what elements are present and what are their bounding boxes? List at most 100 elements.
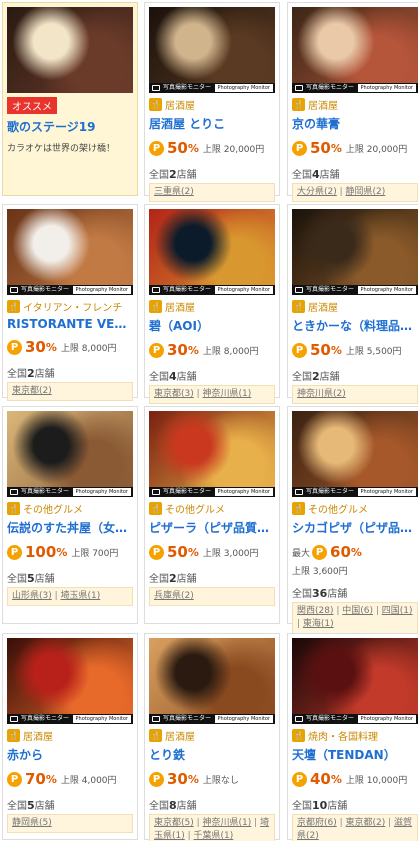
area-link[interactable]: 京都府(6) [297,818,337,828]
point-icon: P [149,544,164,560]
restaurant-title[interactable]: とり鉄 [149,746,275,763]
restaurant-photo[interactable]: 写真撮影モニター Photography Monitor [292,411,418,497]
photo-monitor-label: 写真撮影モニター [21,286,70,293]
category-row: 🍴 居酒屋 [292,97,418,112]
restaurant-card[interactable]: 写真撮影モニター Photography Monitor 🍴 居酒屋 居酒屋 とりこ P 5… [144,2,280,202]
store-count-suffix: 店舗 [176,170,197,181]
store-count-prefix: 全国 [292,801,312,812]
restaurant-photo[interactable]: 写真撮影モニター Photography Monitor [149,411,275,497]
area-link[interactable]: 大分県(2) [297,187,337,197]
restaurant-title[interactable]: 天壇（TENDAN） [292,746,418,763]
area-link[interactable]: 東京都(3) [154,389,194,399]
category-label: 居酒屋 [308,302,338,314]
restaurant-title[interactable]: 伝説のすた丼屋（女性専… [7,519,133,536]
area-link[interactable]: 関西(28) [297,606,333,616]
area-link[interactable]: 中国(6) [342,606,373,616]
area-link[interactable]: 東京都(5) [154,818,194,828]
reward-percent-unit: % [350,545,362,559]
store-count-suffix: 店舗 [34,574,55,585]
photo-monitor-label: 写真撮影モニター [163,286,212,293]
reward-percent-unit: % [330,772,342,786]
photo-monitor-bar: 写真撮影モニター Photography Monitor [7,714,133,724]
area-link[interactable]: 山形県(3) [12,591,52,601]
photo-monitor-badge: Photography Monitor [357,488,416,496]
restaurant-photo[interactable]: 写真撮影モニター Photography Monitor [149,7,275,93]
restaurant-title[interactable]: ピザーラ（ピザ品質調査… [149,519,275,536]
category-row: 🍴 居酒屋 [149,97,275,112]
camera-icon [295,85,303,91]
restaurant-photo[interactable]: 写真撮影モニター Photography Monitor [292,7,418,93]
photo-monitor-badge: Photography Monitor [214,488,273,496]
reward-percent: 100 [25,543,57,561]
reward-percent-unit: % [56,545,68,559]
area-list: 神奈川県(2) [292,385,418,404]
restaurant-card[interactable]: 写真撮影モニター Photography Monitor 🍴 居酒屋ときかーな（料理品… [287,204,418,404]
restaurant-title[interactable]: 碧（AOI） [149,317,275,334]
restaurant-card[interactable]: 写真撮影モニター Photography Monitor 🍴 居酒屋 碧（AOI） P 30… [144,204,280,404]
restaurant-title[interactable]: ときかーな（料理品質調… [292,317,418,334]
restaurant-photo[interactable]: 写真撮影モニター Photography Monitor [149,209,275,295]
restaurant-title[interactable]: 居酒屋 とりこ [149,115,275,132]
category-label: 居酒屋 [308,100,338,112]
point-icon: P [312,544,328,560]
area-link[interactable]: 静岡県(5) [12,818,52,828]
restaurant-photo[interactable]: 写真撮影モニター Photography Monitor [292,638,418,724]
area-list: 京都府(6) | 東京都(2) | 滋賀県(2) [292,814,418,841]
category-row: 🍴 居酒屋 [7,728,133,743]
restaurant-card[interactable]: 写真撮影モニター Photography Monitor 🍴 居酒屋 京の華膏 P 50% 上… [287,2,418,202]
reward-cap: 上限なし [202,775,239,786]
store-count: 全国4店舗 [292,166,418,181]
restaurant-title[interactable]: 京の華膏 [292,115,418,132]
restaurant-title[interactable]: 赤から [7,746,133,763]
restaurant-card[interactable]: 写真撮影モニター Photography Monitor 🍴 焼肉・各国料理 天壇（TE… [287,633,418,841]
area-link[interactable]: 三重県(2) [154,187,194,197]
category-icon: 🍴 [292,299,305,313]
area-link[interactable]: 神奈川県(2) [297,389,346,399]
restaurant-title[interactable]: 歌のステージ19 [7,118,133,135]
area-link[interactable]: 静岡県(2) [346,187,386,197]
area-link[interactable]: 兵庫県(2) [154,591,194,601]
area-list: 山形県(3) | 埼玉県(1) [7,587,133,606]
restaurant-photo[interactable]: 写真撮影モニター Photography Monitor [292,209,418,295]
restaurant-photo[interactable]: 写真撮影モニター Photography Monitor [149,638,275,724]
restaurant-title[interactable]: RISTORANTE VENI… [7,317,133,331]
restaurant-photo[interactable] [7,7,133,93]
category-icon: 🍴 [149,728,162,742]
area-link[interactable]: 四国(1) [382,606,413,616]
area-list: 大分県(2) | 静岡県(2) [292,183,418,202]
restaurant-card[interactable]: 写真撮影モニター Photography Monitor 🍴 居酒屋 とり鉄 P 30% 上限… [144,633,280,841]
point-icon: P [149,342,164,358]
restaurant-card[interactable]: 写真撮影モニター Photography Monitor 🍴 その他グルメ ピザーラ（ピ… [144,406,280,624]
store-count: 全国8店舗 [149,797,275,812]
camera-icon [10,716,18,722]
restaurant-photo[interactable]: 写真撮影モニター Photography Monitor [7,411,133,497]
reward-percent: 40 [310,770,331,788]
restaurant-card[interactable]: オススメ 歌のステージ19 カラオケは世界の架け橋！ [2,2,138,196]
area-link[interactable]: 埼玉県(1) [61,591,101,601]
area-link[interactable]: 東海(1) [303,619,334,629]
area-link[interactable]: 神奈川県(1) [203,389,252,399]
restaurant-title[interactable]: シカゴピザ（ピザ品質調… [292,519,418,536]
photo-monitor-bar: 写真撮影モニター Photography Monitor [292,487,418,497]
restaurant-card[interactable]: 写真撮影モニター Photography Monitor 🍴 その他グルメ 伝説のすた丼… [2,406,138,624]
photo-monitor-bar: 写真撮影モニター Photography Monitor [149,83,275,93]
point-icon: P [149,140,164,156]
restaurant-card[interactable]: 写真撮影モニター Photography Monitor 🍴 居酒屋 赤から P 70% 上限… [2,633,138,840]
area-link[interactable]: 東京都(2) [346,818,386,828]
area-link[interactable]: 東京都(2) [12,386,52,396]
store-count: 全国5店舗 [7,797,133,812]
restaurant-card[interactable]: 写真撮影モニター Photography Monitor 🍴 イタリアン・フレンチ RI… [2,204,138,401]
reward-percent-unit: % [187,772,199,786]
restaurant-photo[interactable]: 写真撮影モニター Photography Monitor [7,638,133,724]
restaurant-grid: オススメ 歌のステージ19 カラオケは世界の架け橋！ 写真撮影モニター Photogra… [0,0,418,841]
restaurant-photo[interactable]: 写真撮影モニター Photography Monitor [7,209,133,295]
restaurant-card[interactable]: 写真撮影モニター Photography Monitor 🍴 その他グルメ シカゴピザ（… [287,406,418,634]
store-count-suffix: 店舗 [34,369,55,380]
photo-monitor-bar: 写真撮影モニター Photography Monitor [292,83,418,93]
photo-monitor-bar: 写真撮影モニター Photography Monitor [7,487,133,497]
photo-monitor-bar: 写真撮影モニター Photography Monitor [149,487,275,497]
area-link[interactable]: 神奈川県(1) [203,818,252,828]
reward-percent: 50 [167,543,188,561]
camera-icon [10,489,18,495]
area-link[interactable]: 千葉県(1) [194,831,234,841]
